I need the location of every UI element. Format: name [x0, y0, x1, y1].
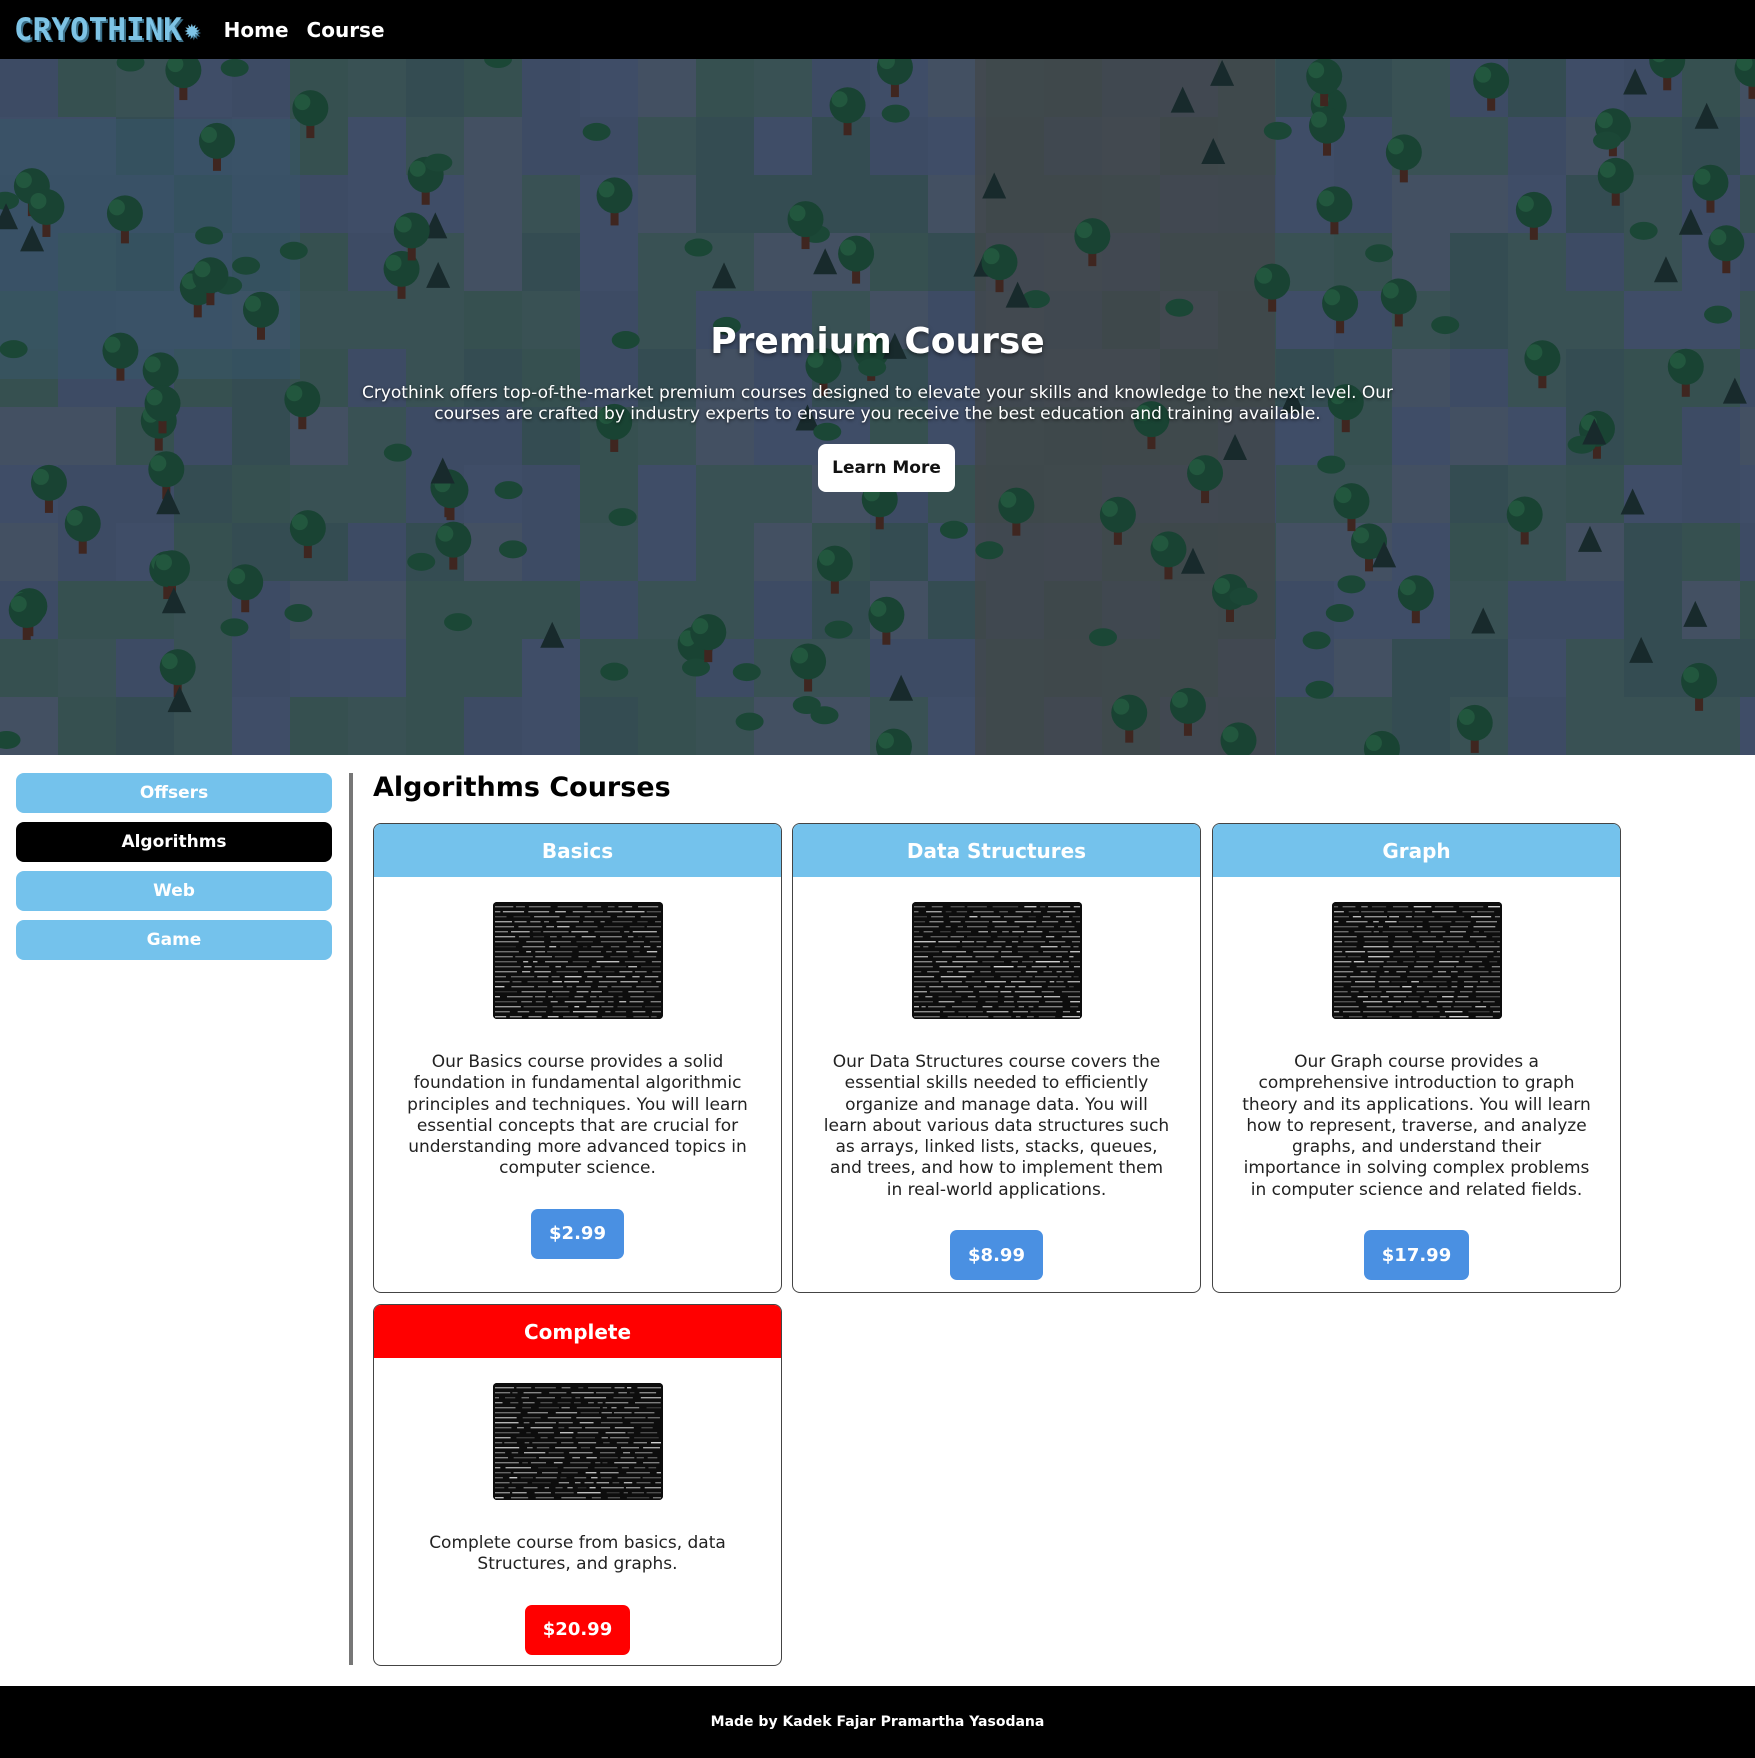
hero-description: Cryothink offers top-of-the-market premi…	[361, 383, 1394, 424]
card-description: Our Graph course provides a comprehensiv…	[1242, 1052, 1591, 1200]
sidebar-item-algorithms[interactable]: Algorithms	[16, 822, 332, 862]
card-title: Data Structures	[793, 824, 1200, 877]
logo[interactable]: CRYOTHINK ✹	[14, 12, 200, 48]
course-thumbnail-image	[911, 902, 1082, 1019]
card-title: Basics	[374, 824, 781, 877]
learn-more-button[interactable]: Learn More	[818, 444, 955, 492]
footer-credit: Made by Kadek Fajar Pramartha Yasodana	[710, 1714, 1045, 1730]
logo-text: CRYOTHINK	[14, 11, 182, 48]
price-button[interactable]: $2.99	[531, 1208, 624, 1259]
nav-link-home[interactable]: Home	[224, 18, 289, 42]
hero-banner: Premium Course Cryothink offers top-of-t…	[0, 59, 1755, 755]
card-description: Complete course from basics, data Struct…	[429, 1533, 726, 1575]
price-button[interactable]: $8.99	[950, 1230, 1043, 1281]
course-card-graph[interactable]: Graph Our Graph course provides a compre…	[1212, 823, 1621, 1293]
card-description: Our Basics course provides a solid found…	[407, 1052, 748, 1179]
sidebar-divider	[349, 773, 353, 1665]
category-sidebar: Offsers Algorithms Web Game	[16, 773, 332, 969]
price-button[interactable]: $17.99	[1363, 1230, 1470, 1281]
sidebar-item-offsers[interactable]: Offsers	[16, 773, 332, 813]
page-title: Algorithms Courses	[373, 772, 671, 803]
price-button[interactable]: $20.99	[524, 1604, 631, 1655]
course-card-data-structures[interactable]: Data Structures Our Data Structures cour…	[792, 823, 1201, 1293]
footer: Made by Kadek Fajar Pramartha Yasodana	[0, 1686, 1755, 1758]
course-thumbnail-image	[492, 1383, 663, 1500]
course-thumbnail-image	[1331, 902, 1502, 1019]
sidebar-item-game[interactable]: Game	[16, 920, 332, 960]
card-description: Our Data Structures course covers the es…	[823, 1052, 1170, 1200]
hero-content: Premium Course Cryothink offers top-of-t…	[0, 59, 1755, 755]
sidebar-item-web[interactable]: Web	[16, 871, 332, 911]
card-title: Graph	[1213, 824, 1620, 877]
gear-icon: ✹	[183, 14, 200, 45]
navbar: CRYOTHINK ✹ Home Course	[0, 0, 1755, 59]
course-card-basics[interactable]: Basics Our Basics course provides a soli…	[373, 823, 782, 1293]
course-thumbnail-image	[492, 902, 663, 1019]
course-card-complete[interactable]: Complete Complete course from basics, da…	[373, 1304, 782, 1666]
nav-link-course[interactable]: Course	[307, 18, 385, 42]
card-title: Complete	[374, 1305, 781, 1358]
hero-title: Premium Course	[710, 321, 1045, 362]
